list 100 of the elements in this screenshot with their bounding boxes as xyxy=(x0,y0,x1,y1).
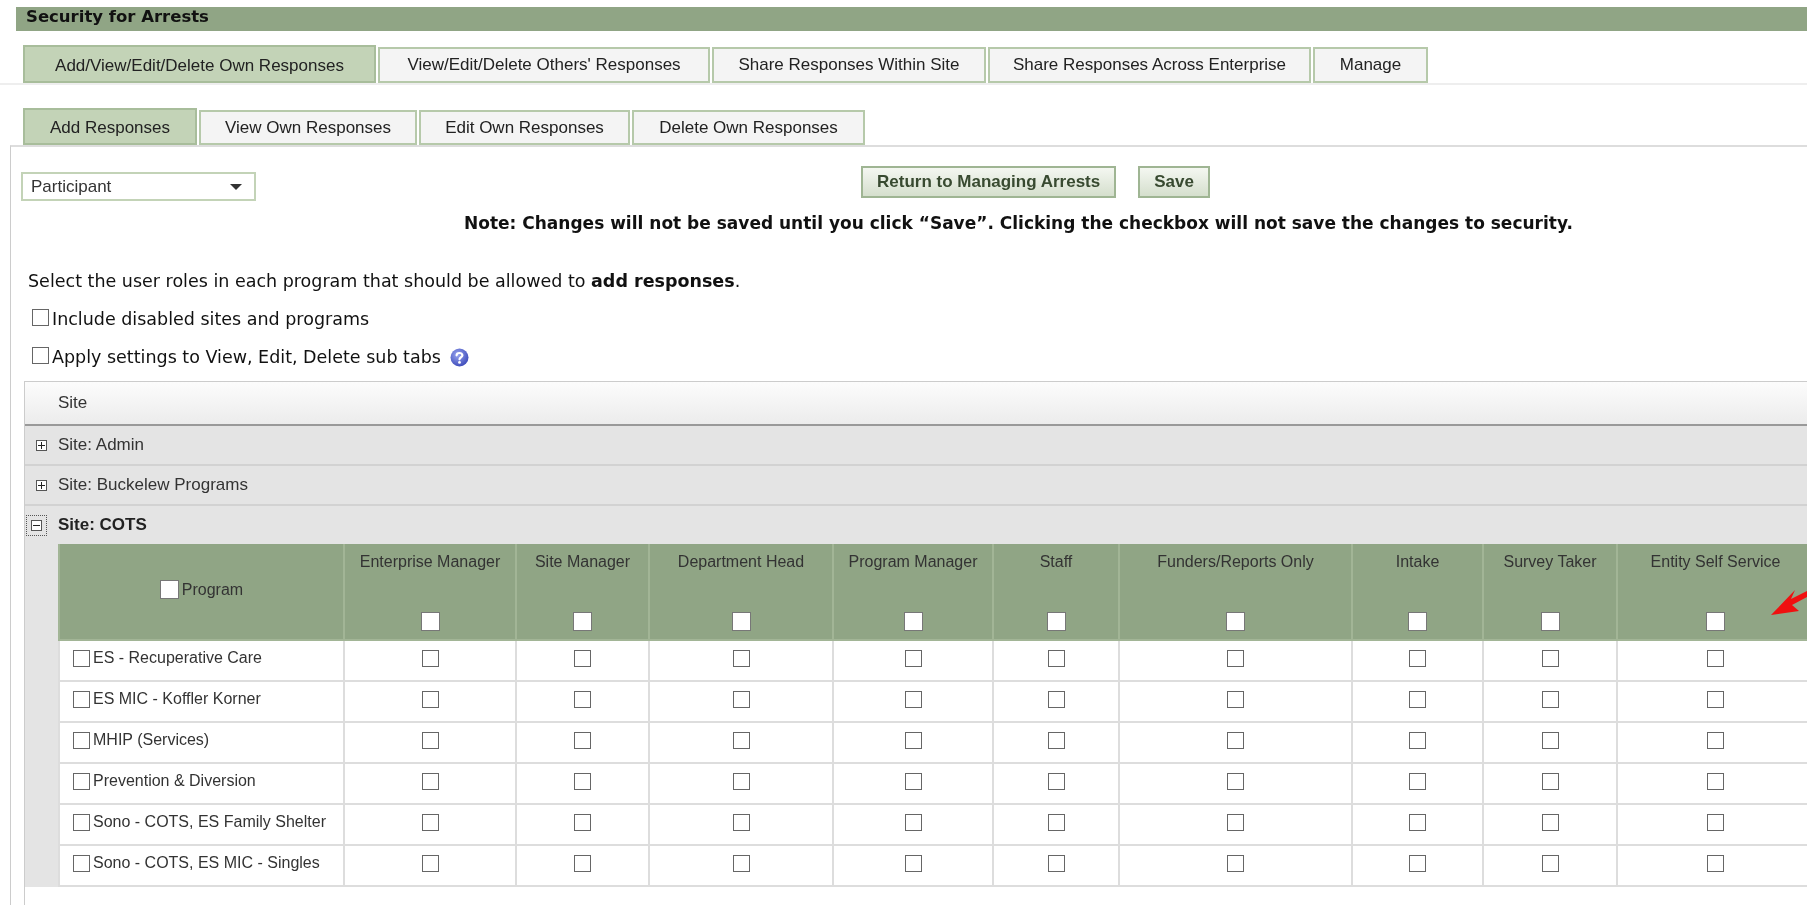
checkbox[interactable] xyxy=(1047,814,1065,832)
page-title: Security for Arrests xyxy=(16,7,1807,31)
checkbox[interactable] xyxy=(421,773,439,791)
checkbox[interactable] xyxy=(420,612,440,631)
tab[interactable]: Add Responses xyxy=(23,108,197,145)
checkbox[interactable] xyxy=(1707,650,1724,668)
checkbox[interactable] xyxy=(732,814,750,832)
checkbox[interactable] xyxy=(574,650,591,668)
checkbox[interactable] xyxy=(1541,773,1559,791)
checkbox[interactable] xyxy=(1541,855,1559,873)
checkbox[interactable] xyxy=(573,612,592,631)
checkbox[interactable] xyxy=(1046,612,1066,631)
help-icon[interactable] xyxy=(449,347,469,367)
tab[interactable]: Share Responses Across Enterprise xyxy=(988,47,1311,83)
expand-icon[interactable] xyxy=(36,439,47,451)
checkbox[interactable] xyxy=(1227,814,1244,832)
checkbox[interactable] xyxy=(1540,612,1560,631)
column-header: Enterprise Manager xyxy=(359,553,501,570)
checkbox[interactable] xyxy=(574,814,591,832)
checkbox[interactable] xyxy=(904,732,922,750)
checkbox[interactable] xyxy=(1541,691,1559,709)
checkbox[interactable] xyxy=(421,814,439,832)
checkbox[interactable] xyxy=(1707,855,1724,873)
tab[interactable]: View Own Responses xyxy=(199,110,417,145)
checkbox[interactable] xyxy=(904,814,922,832)
checkbox[interactable] xyxy=(421,691,439,709)
checkbox[interactable] xyxy=(73,732,90,749)
checkbox[interactable] xyxy=(1226,612,1245,631)
checkbox[interactable] xyxy=(421,650,439,668)
checkbox[interactable] xyxy=(421,855,439,873)
checkbox[interactable] xyxy=(904,691,922,709)
checkbox[interactable] xyxy=(73,773,90,790)
checkbox[interactable] xyxy=(732,855,750,873)
checkbox[interactable] xyxy=(1047,650,1065,668)
tab[interactable]: View/Edit/Delete Others' Responses xyxy=(378,47,710,83)
checkbox[interactable] xyxy=(732,691,750,709)
checkbox[interactable] xyxy=(73,814,90,831)
tab[interactable]: Add/View/Edit/Delete Own Responses xyxy=(23,45,376,83)
site-row[interactable]: Site: Admin xyxy=(25,426,1807,466)
checkbox[interactable] xyxy=(1227,855,1244,873)
checkbox[interactable] xyxy=(732,650,750,668)
tab[interactable]: Edit Own Responses xyxy=(419,110,630,145)
checkbox[interactable] xyxy=(32,308,49,326)
checkbox[interactable] xyxy=(1227,732,1244,750)
checkbox[interactable] xyxy=(1227,650,1244,668)
column-header: Entity Self Service xyxy=(1650,553,1781,570)
checkbox[interactable] xyxy=(1047,855,1065,873)
checkbox[interactable] xyxy=(732,732,750,750)
checkbox[interactable] xyxy=(1409,650,1426,668)
checkbox[interactable] xyxy=(1409,773,1426,791)
checkbox[interactable] xyxy=(1409,855,1426,873)
checkbox[interactable] xyxy=(32,346,49,364)
checkbox[interactable] xyxy=(903,612,923,631)
program-name: ES MIC - Koffler Korner xyxy=(93,690,261,708)
checkbox[interactable] xyxy=(1707,691,1724,709)
column-header: Site xyxy=(25,382,1807,426)
role-dropdown[interactable]: Participant xyxy=(21,172,256,201)
save-button[interactable]: Save xyxy=(1138,166,1210,198)
checkbox[interactable] xyxy=(574,691,591,709)
expand-icon[interactable] xyxy=(36,479,47,491)
checkbox[interactable] xyxy=(732,773,750,791)
checkbox[interactable] xyxy=(574,773,591,791)
program-name: MHIP (Services) xyxy=(93,731,210,749)
checkbox[interactable] xyxy=(159,580,179,599)
return-button[interactable]: Return to Managing Arrests xyxy=(861,166,1117,198)
checkbox[interactable] xyxy=(904,855,922,873)
checkbox[interactable] xyxy=(1409,732,1426,750)
site-row[interactable]: Site: Buckelew Programs xyxy=(25,466,1807,506)
checkbox[interactable] xyxy=(421,732,439,750)
checkbox[interactable] xyxy=(904,650,922,668)
checkbox[interactable] xyxy=(73,855,90,872)
tab[interactable]: Delete Own Responses xyxy=(632,110,865,145)
checkbox[interactable] xyxy=(1409,691,1426,709)
checkbox[interactable] xyxy=(1047,691,1065,709)
checkbox[interactable] xyxy=(574,855,591,873)
checkbox[interactable] xyxy=(73,650,90,667)
checkbox[interactable] xyxy=(1707,814,1724,832)
checkbox[interactable] xyxy=(574,732,591,750)
checkbox[interactable] xyxy=(731,612,751,631)
checkbox[interactable] xyxy=(1541,650,1559,668)
site-row[interactable]: Site: COTS xyxy=(25,506,1807,544)
checkbox[interactable] xyxy=(1227,773,1244,791)
instruction-text: Select the user roles in each program that should be allowed to add responses. xyxy=(28,271,742,291)
checkbox[interactable] xyxy=(1047,773,1065,791)
checkbox[interactable] xyxy=(1408,612,1427,631)
checkbox[interactable] xyxy=(73,691,90,708)
checkbox[interactable] xyxy=(1047,732,1065,750)
checkbox[interactable] xyxy=(1409,814,1426,832)
checkbox[interactable] xyxy=(1707,773,1724,791)
column-header: Department Head xyxy=(677,553,805,570)
checkbox[interactable] xyxy=(904,773,922,791)
checkbox[interactable] xyxy=(1706,612,1725,631)
checkbox[interactable] xyxy=(1541,814,1559,832)
tab[interactable]: Manage xyxy=(1313,47,1428,83)
checkbox[interactable] xyxy=(1227,691,1244,709)
site-name: Site: Admin xyxy=(58,435,144,455)
checkbox[interactable] xyxy=(1707,732,1724,750)
tab[interactable]: Share Responses Within Site xyxy=(712,47,986,83)
checkbox[interactable] xyxy=(1541,732,1559,750)
caret-icon xyxy=(230,183,242,190)
